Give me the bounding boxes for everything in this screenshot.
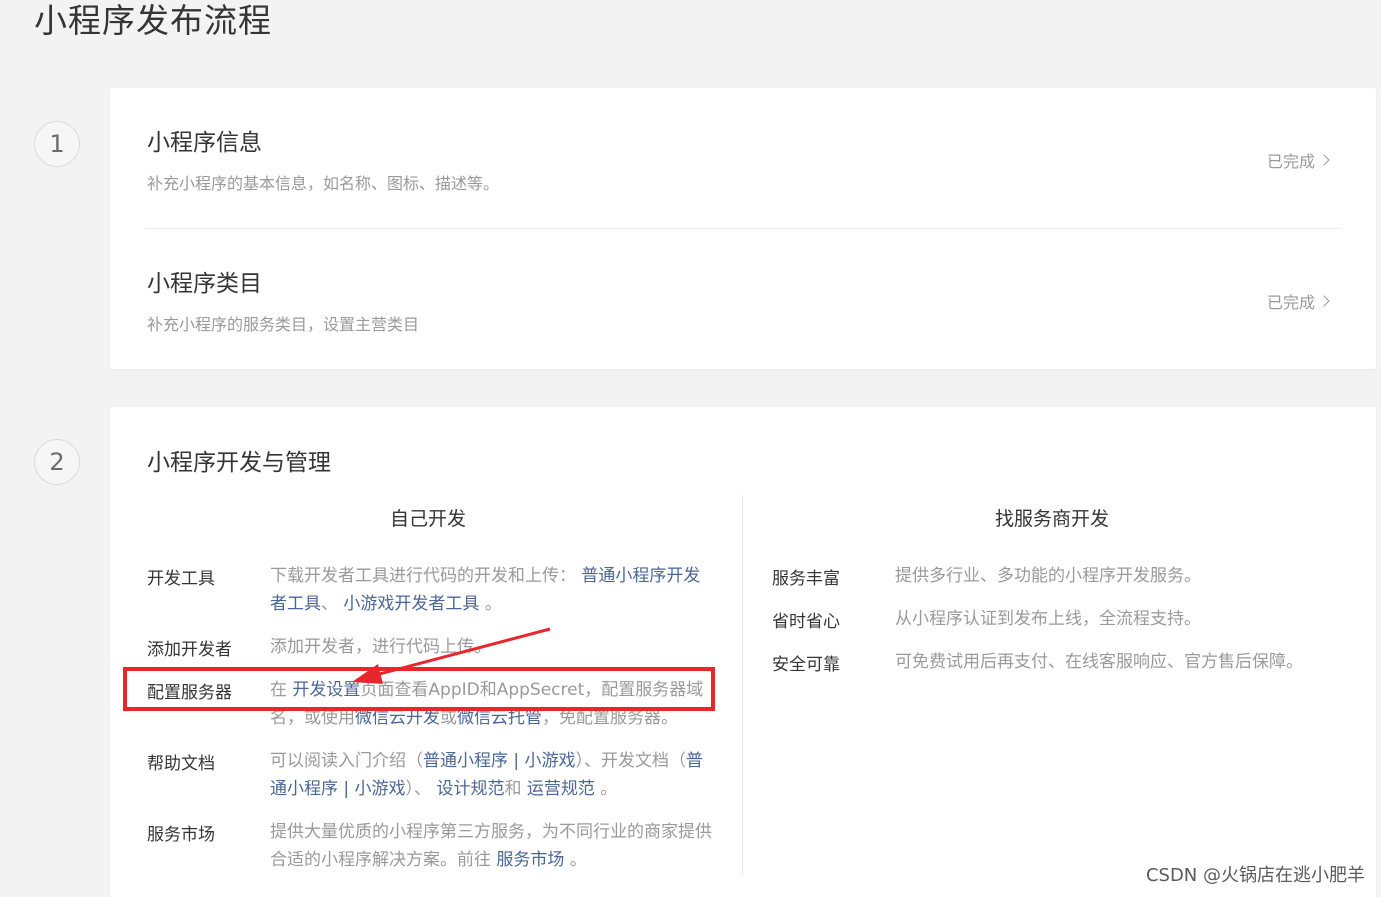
vendor-rich-services-text: 提供多行业、多功能的小程序开发服务。 [895, 566, 1201, 586]
step1-card: 小程序信息 补充小程序的基本信息，如名称、图标、描述等。 已完成 小程序类目 补… [110, 88, 1376, 369]
help-docs-label: 帮助文档 [147, 754, 215, 774]
miniprogram-info-desc: 补充小程序的基本信息，如名称、图标、描述等。 [147, 174, 500, 193]
vendor-rich-services-label: 服务丰富 [772, 569, 840, 589]
vendor-secure-label: 安全可靠 [772, 655, 840, 675]
self-dev-heading: 自己开发 [390, 508, 467, 530]
dev-settings-link[interactable]: 开发设置 [292, 680, 360, 700]
intro-minigame-link[interactable]: 小游戏 [525, 751, 576, 771]
vendor-dev-heading: 找服务商开发 [995, 508, 1110, 530]
operation-spec-link[interactable]: 运营规范 [527, 779, 595, 799]
wechat-cloud-hosting-link[interactable]: 微信云托管 [457, 708, 542, 728]
service-market-text: 提供大量优质的小程序第三方服务，为不同行业的商家提供合适的小程序解决方案。前往 … [270, 822, 712, 870]
step-number-2: 2 [34, 439, 80, 485]
chevron-right-icon [1318, 295, 1330, 307]
chevron-right-icon [1318, 154, 1330, 166]
intro-miniprogram-link[interactable]: 普通小程序 [423, 751, 508, 771]
docs-minigame-link[interactable]: 小游戏 [355, 779, 406, 799]
column-divider [742, 495, 743, 875]
step2-card: 小程序开发与管理 自己开发 找服务商开发 开发工具 下载开发者工具进行代码的开发… [110, 407, 1376, 897]
miniprogram-category-status-link[interactable]: 已完成 [1267, 289, 1330, 313]
dev-management-title: 小程序开发与管理 [147, 450, 331, 476]
vendor-secure-text: 可免费试用后再支付、在线客服响应、官方售后保障。 [895, 652, 1303, 672]
page-title: 小程序发布流程 [34, 1, 272, 40]
miniprogram-category-title: 小程序类目 [147, 271, 262, 297]
help-docs-text: 可以阅读入门介绍（普通小程序 | 小游戏）、开发文档（普通小程序 | 小游戏）、… [270, 751, 704, 799]
miniprogram-info-status-link[interactable]: 已完成 [1267, 148, 1330, 172]
miniprogram-info-title: 小程序信息 [147, 130, 262, 156]
add-developer-text: 添加开发者，进行代码上传。 [270, 637, 491, 657]
add-developer-label: 添加开发者 [147, 640, 232, 660]
watermark: CSDN @火锅店在逃小肥羊 [1145, 861, 1365, 887]
design-spec-link[interactable]: 设计规范 [436, 779, 504, 799]
dev-tools-text: 下载开发者工具进行代码的开发和上传： 普通小程序开发者工具、 小游戏开发者工具 … [270, 566, 701, 614]
status-label: 已完成 [1267, 152, 1316, 171]
config-server-label: 配置服务器 [147, 683, 232, 703]
vendor-save-time-label: 省时省心 [772, 612, 840, 632]
service-market-label: 服务市场 [147, 825, 215, 845]
status-label: 已完成 [1267, 293, 1316, 312]
miniprogram-category-desc: 补充小程序的服务类目，设置主营类目 [147, 315, 420, 334]
dev-tools-label: 开发工具 [147, 569, 215, 589]
minigame-devtools-link[interactable]: 小游戏开发者工具 [343, 594, 479, 614]
service-market-link[interactable]: 服务市场 [496, 850, 564, 870]
config-server-text: 在 开发设置页面查看AppID和AppSecret，配置服务器域名，或使用微信云… [270, 680, 704, 728]
row-divider [145, 228, 1339, 229]
vendor-save-time-text: 从小程序认证到发布上线，全流程支持。 [895, 609, 1201, 629]
step-number-1: 1 [34, 121, 80, 167]
wechat-cloud-dev-link[interactable]: 微信云开发 [355, 708, 440, 728]
